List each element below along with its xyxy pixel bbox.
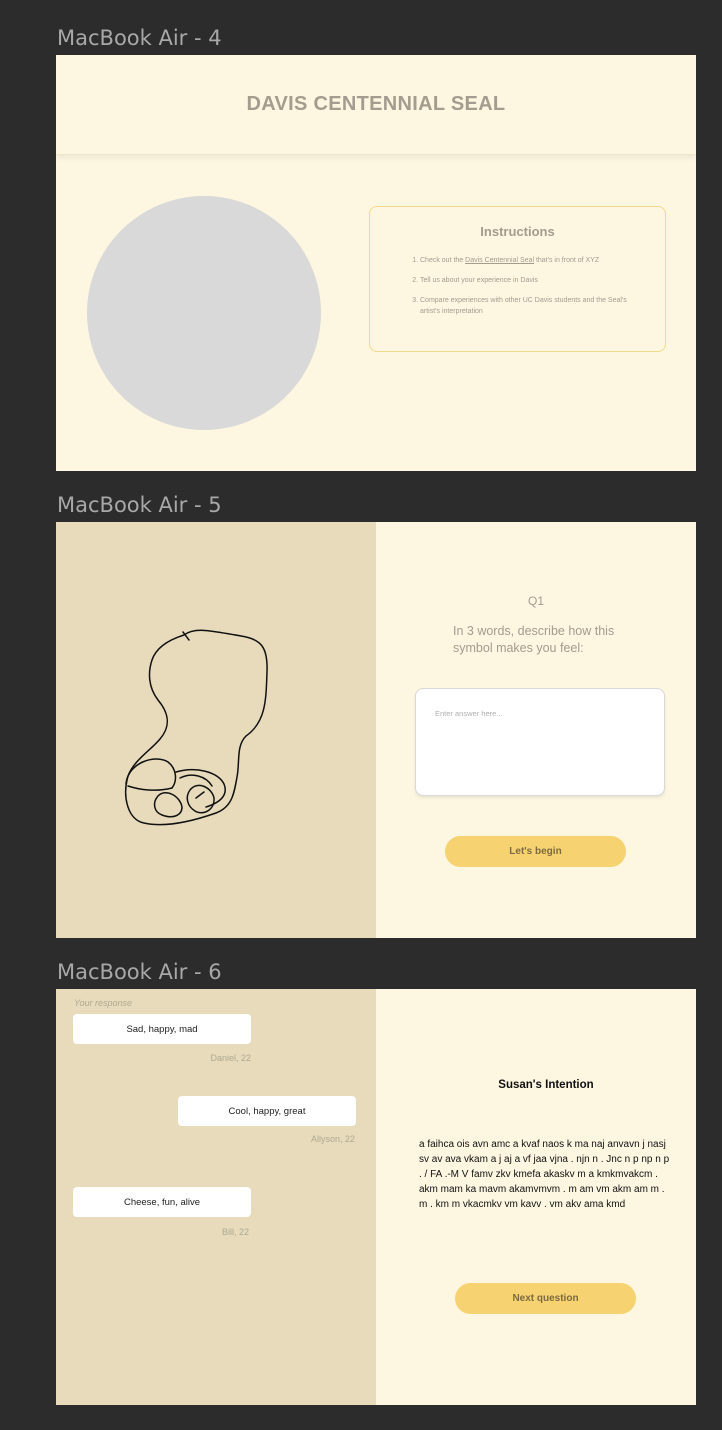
frame-label-5: MacBook Air - 5: [57, 493, 222, 517]
response-author: Bill, 22: [221, 1227, 249, 1237]
answer-placeholder: Enter answer here...: [435, 709, 503, 718]
instruction-item-3: Compare experiences with other UC Davis …: [420, 296, 637, 318]
symbol-sketch-icon: [124, 629, 268, 826]
frame-label-6: MacBook Air - 6: [57, 960, 222, 984]
lets-begin-button[interactable]: Let's begin: [445, 836, 626, 867]
seal-link[interactable]: Davis Centennial Seal: [465, 257, 534, 264]
frame-label-4: MacBook Air - 4: [57, 26, 222, 50]
instructions-heading: Instructions: [480, 224, 555, 239]
frame-macbook-air-4: DAVIS CENTENNIAL SEAL Instructions Check…: [56, 55, 696, 471]
question-text: In 3 words, describe how this symbol mak…: [453, 624, 615, 655]
instructions-card: Instructions Check out the Davis Centenn…: [369, 206, 666, 352]
instruction-item-2: Tell us about your experience in Davis: [420, 276, 637, 287]
response-bubble: Cheese, fun, alive: [73, 1187, 251, 1217]
response-bubble: Cool, happy, great: [178, 1096, 356, 1126]
question-number: Q1: [527, 594, 544, 608]
instruction-item-1: Check out the Davis Centennial Seal that…: [420, 256, 637, 267]
intention-body: a faihca ois avn amc a kvaf naos k ma na…: [419, 1139, 670, 1210]
instructions-list: Check out the Davis Centennial Seal that…: [412, 256, 637, 326]
response-author: Allyson, 22: [310, 1134, 355, 1144]
symbol-pane: [56, 522, 376, 938]
intention-title: Susan's Intention: [498, 1079, 594, 1091]
response-bubble: Sad, happy, mad: [73, 1014, 251, 1044]
response-author: Daniel, 22: [210, 1053, 251, 1063]
page-title: DAVIS CENTENNIAL SEAL: [246, 93, 506, 115]
instruction-text: Check out the: [420, 257, 466, 264]
header: DAVIS CENTENNIAL SEAL: [56, 55, 696, 155]
frame-macbook-air-6: Your response Sad, happy, mad Daniel, 22…: [56, 989, 696, 1405]
instruction-text: that's in front of XYZ: [534, 257, 600, 264]
your-response-label: Your response: [74, 998, 133, 1008]
frame-macbook-air-5: Q1 In 3 words, describe how this symbol …: [56, 522, 696, 938]
seal-image-placeholder: [87, 196, 321, 430]
answer-input[interactable]: Enter answer here...: [415, 688, 665, 796]
responses-pane: Your response Sad, happy, mad Daniel, 22…: [56, 989, 376, 1405]
next-question-button[interactable]: Next question: [455, 1283, 636, 1314]
